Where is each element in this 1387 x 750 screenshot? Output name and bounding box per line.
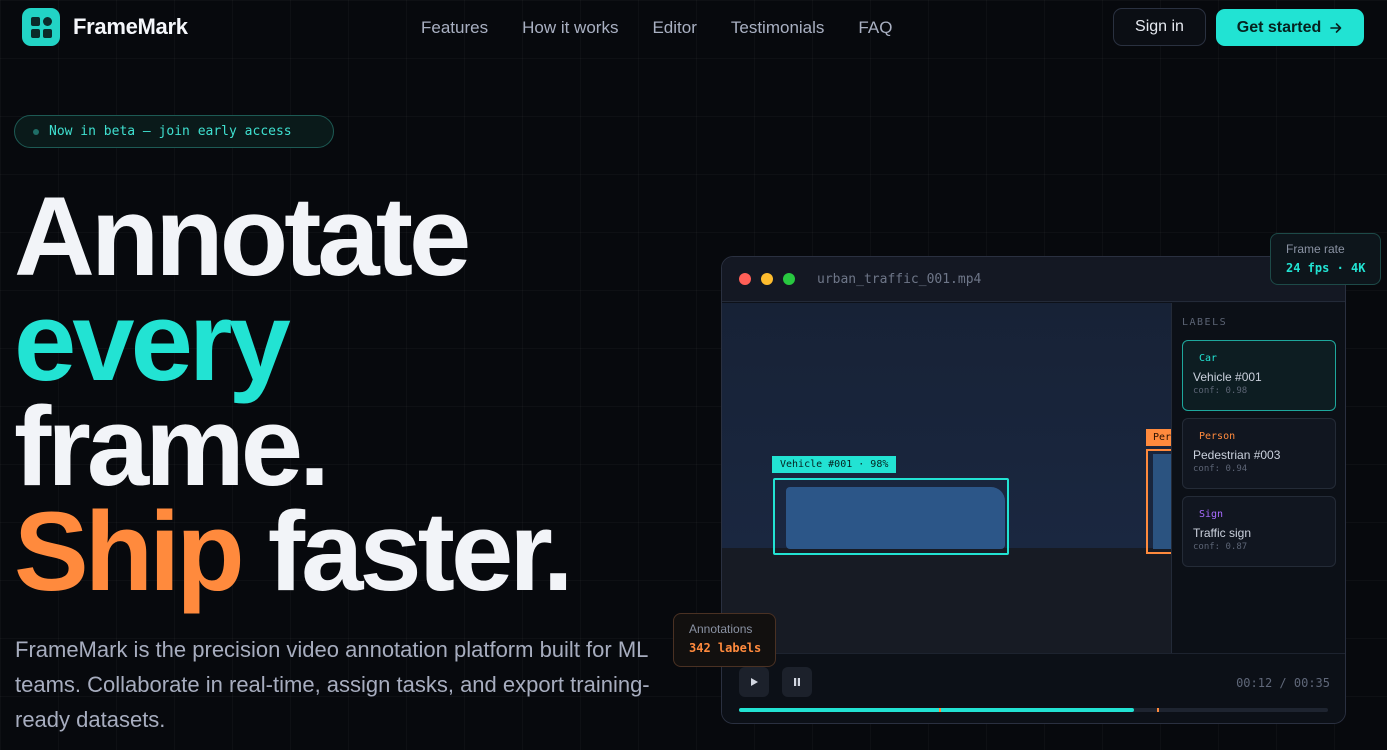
timeline-marker	[939, 708, 941, 712]
label-tag: Sign	[1199, 509, 1224, 520]
headline-line-4: Ship faster.	[14, 496, 574, 608]
get-started-label: Get started	[1236, 18, 1322, 36]
pause-icon	[794, 678, 800, 686]
person-shape	[1153, 454, 1171, 549]
label-confidence: conf: 0.94	[1193, 464, 1248, 474]
nav-link-testimonials[interactable]: Testimonials	[731, 18, 825, 38]
person-bounding-box[interactable]	[1146, 449, 1171, 554]
hero-headline: Annotate every frame. Ship faster.	[14, 174, 574, 608]
minimize-dot-icon	[761, 273, 773, 285]
labels-sidebar: LABELS Car Vehicle #001 conf: 0.98 Perso…	[1171, 303, 1345, 653]
timeline-marker	[1157, 708, 1159, 712]
window-titlebar: urban_traffic_001.mp4	[722, 257, 1345, 302]
video-filename: urban_traffic_001.mp4	[817, 271, 982, 287]
get-started-button[interactable]: Get started	[1216, 9, 1364, 46]
headline-faster: faster.	[267, 489, 574, 614]
label-confidence: conf: 0.87	[1193, 542, 1248, 552]
nav-links: Features How it works Editor Testimonial…	[421, 18, 926, 38]
editor-preview-window: urban_traffic_001.mp4 Vehicle #001 · 98%…	[721, 256, 1346, 724]
nav-link-faq[interactable]: FAQ	[858, 18, 892, 38]
brand-name: FrameMark	[73, 14, 188, 39]
person-box-label: Person #003	[1146, 429, 1171, 446]
annotations-value: 342 labels	[689, 641, 762, 655]
framemark-logo-icon	[22, 8, 60, 46]
headline-ship: Ship	[14, 489, 245, 614]
pause-button[interactable]	[782, 667, 812, 697]
sign-in-button[interactable]: Sign in	[1113, 8, 1206, 46]
label-tag: Person	[1199, 431, 1236, 442]
frame-rate-value: 24 fps · 4K	[1286, 261, 1366, 275]
frame-rate-card: Frame rate 24 fps · 4K	[1270, 233, 1381, 285]
nav-link-editor[interactable]: Editor	[652, 18, 696, 38]
beta-badge[interactable]: Now in beta — join early access	[14, 115, 334, 148]
vehicle-bounding-box[interactable]	[773, 478, 1009, 555]
timecode: 00:12 / 00:35	[1236, 676, 1330, 690]
road-area	[722, 548, 1171, 653]
timeline-progress	[739, 708, 1134, 712]
beta-badge-text: Now in beta — join early access	[49, 124, 292, 139]
label-name: Traffic sign	[1193, 526, 1252, 540]
label-confidence: conf: 0.98	[1193, 386, 1248, 396]
label-card-pedestrian[interactable]: Person Pedestrian #003 conf: 0.94	[1182, 418, 1336, 489]
annotations-title: Annotations	[689, 622, 753, 636]
brand-logo[interactable]: FrameMark	[22, 8, 188, 46]
headline-line-2: every	[14, 279, 291, 404]
video-canvas[interactable]: Vehicle #001 · 98% Person #003	[722, 303, 1171, 653]
label-name: Pedestrian #003	[1193, 448, 1281, 462]
labels-title: LABELS	[1182, 317, 1228, 328]
nav-link-features[interactable]: Features	[421, 18, 488, 38]
headline-line-1: Annotate	[14, 174, 471, 299]
playback-controls: 00:12 / 00:35	[722, 653, 1345, 723]
vehicle-box-label: Vehicle #001 · 98%	[772, 456, 897, 473]
label-name: Vehicle #001	[1193, 370, 1262, 384]
timeline-track[interactable]	[739, 708, 1328, 712]
frame-rate-title: Frame rate	[1286, 242, 1345, 256]
maximize-dot-icon	[783, 273, 795, 285]
close-dot-icon	[739, 273, 751, 285]
headline-line-3: frame.	[14, 384, 330, 509]
arrow-right-icon	[1330, 22, 1342, 33]
label-card-traffic-sign[interactable]: Sign Traffic sign conf: 0.87	[1182, 496, 1336, 567]
hero-subtext: FrameMark is the precision video annotat…	[15, 637, 650, 732]
label-tag: Car	[1199, 353, 1218, 364]
play-button[interactable]	[739, 667, 769, 697]
status-dot-icon	[33, 128, 39, 135]
nav-link-how-it-works[interactable]: How it works	[522, 18, 618, 38]
label-card-vehicle[interactable]: Car Vehicle #001 conf: 0.98	[1182, 340, 1336, 411]
annotations-card: Annotations 342 labels	[673, 613, 776, 667]
play-icon	[751, 678, 758, 686]
top-nav: FrameMark Features How it works Editor T…	[0, 0, 1387, 56]
car-shape	[786, 487, 1005, 549]
sign-in-label: Sign in	[1135, 18, 1184, 35]
